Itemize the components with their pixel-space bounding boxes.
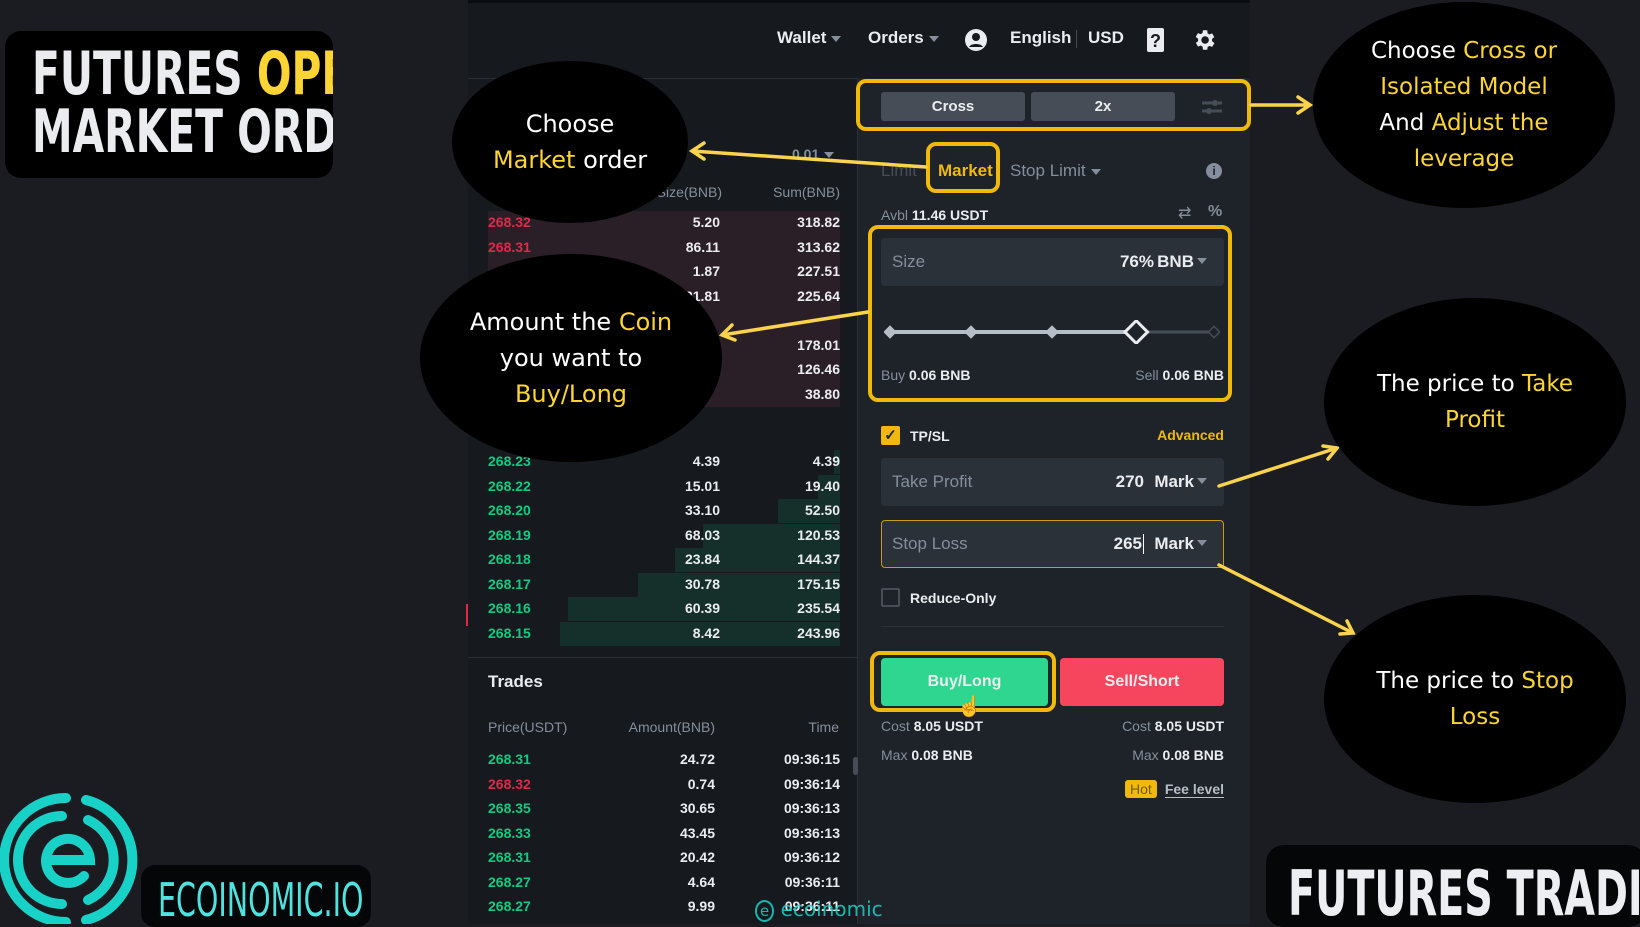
brand-name: ECOINOMIC.IO [158,873,364,927]
watermark-logo-icon: e [755,900,775,922]
callout-text: Amount the [469,308,619,336]
ecoinomic-logo [0,793,138,924]
callout-take-profit: The price to Take Profit [1324,298,1626,506]
callout-text: Choose [1370,38,1464,64]
callout-highlight: Loss [1449,704,1501,730]
footer-box: FUTURES TRADING [1266,845,1640,927]
callout-text: The price to [1376,668,1522,694]
callout-text: Choose [525,110,615,138]
callout-market: Choose Market order [452,61,688,223]
callout-highlight: Market [492,146,576,174]
callout-highlight: Stop [1521,668,1574,694]
callout-text: you want to [499,344,643,372]
callout-text: The price to [1376,371,1523,397]
brand-box: ECOINOMIC.IO [141,865,371,927]
callout-highlight: Take [1522,371,1574,397]
callout-highlight: Coin [618,308,673,336]
callout-highlight: Cross or [1463,38,1558,64]
callout-text: And [1379,110,1432,136]
watermark-text: ecoinomic [780,897,883,921]
callout-highlight: leverage [1413,146,1515,172]
watermark: e ecoinomic [755,897,883,922]
callout-highlight: Buy/Long [514,380,628,408]
callout-text: order [575,146,648,174]
callout-highlight: Profit [1444,407,1505,433]
callout-highlight: Isolated Model [1380,74,1548,100]
footer-title: FUTURES TRADING [1288,857,1640,927]
callout-cross: Choose Cross or Isolated Model And Adjust … [1313,2,1615,208]
callout-highlight: Adjust the [1431,110,1549,136]
callout-amount: Amount the Coin you want to Buy/Long [420,254,722,462]
callout-stop-loss: The price to Stop Loss [1324,595,1626,803]
